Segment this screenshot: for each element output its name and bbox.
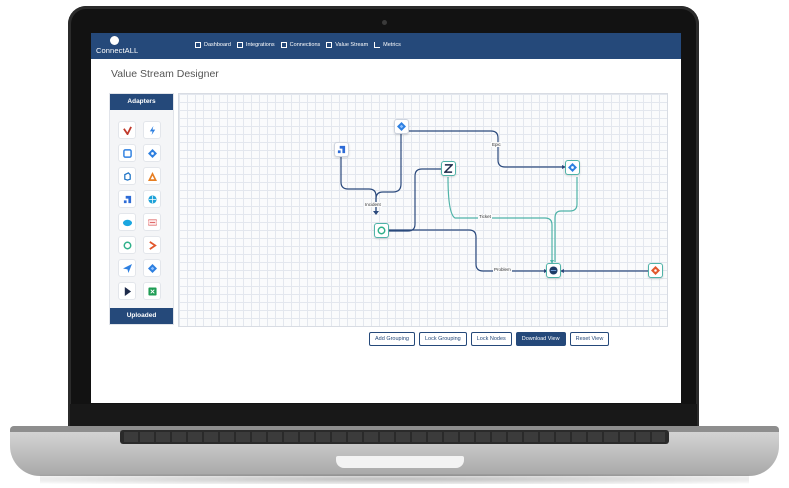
reset-view-button[interactable]: Reset View — [569, 332, 610, 346]
adapter-tile[interactable] — [118, 259, 136, 277]
webcam — [382, 20, 387, 25]
arrowhead — [373, 211, 379, 215]
laptop-lid-notch — [336, 456, 464, 468]
brand-mark-icon — [110, 36, 119, 45]
nav-item-dashboard[interactable]: Dashboard — [195, 42, 231, 48]
download-view-button[interactable]: Download View — [515, 332, 566, 346]
adapter-tile[interactable] — [118, 213, 136, 231]
hub-node-icon — [549, 266, 558, 275]
adapter-tile[interactable] — [143, 121, 161, 139]
adapters-header: Adapters — [110, 94, 173, 110]
edge-label-epic: Epic — [491, 142, 502, 147]
edge-label-problem: Problem — [493, 267, 512, 272]
nav-label: Integrations — [245, 42, 275, 48]
edge-label-incident: Incident — [364, 202, 382, 207]
azure-adapter-icon — [123, 171, 131, 181]
nav-item-integrations[interactable]: Integrations — [236, 42, 275, 48]
nav-item-value-stream[interactable]: Value Stream — [326, 42, 368, 48]
adapter-tile[interactable] — [118, 121, 136, 139]
corner-adapter-icon — [123, 195, 131, 203]
triangle-adapter-icon — [147, 171, 157, 181]
ring-adapter-icon — [123, 241, 131, 249]
node-azure[interactable] — [334, 142, 349, 157]
adapter-tile[interactable] — [118, 236, 136, 254]
chevron-adapter-icon — [148, 240, 157, 250]
adapter-tile[interactable] — [118, 144, 136, 162]
brand-name: ConnectALL — [96, 46, 139, 55]
integrations-icon — [236, 42, 243, 48]
jira-adapter-icon — [147, 263, 157, 273]
adapter-tile[interactable] — [118, 167, 136, 185]
adapter-tile[interactable] — [143, 190, 161, 208]
link-jira-to-diamond — [409, 130, 564, 168]
square-adapter-icon — [122, 148, 132, 158]
link-diamond-to-hub-teal — [554, 177, 578, 262]
metrics-icon — [374, 42, 381, 48]
connections-icon — [280, 42, 287, 48]
adapter-tile[interactable] — [143, 236, 161, 254]
node-ring[interactable] — [374, 223, 389, 238]
gitlab-node-icon — [651, 266, 660, 275]
flow-canvas[interactable]: Incident Epic Ticket Problem — [178, 93, 668, 327]
node-zendesk[interactable] — [441, 161, 456, 176]
link-zendesk-to-hub-teal — [447, 176, 553, 262]
globe-adapter-icon — [147, 194, 157, 204]
lock-nodes-button[interactable]: Lock Nodes — [470, 332, 512, 346]
nav-label: Value Stream — [335, 42, 369, 48]
node-jira[interactable] — [394, 119, 409, 134]
sheet-adapter-icon — [147, 286, 157, 296]
lock-grouping-button[interactable]: Lock Grouping — [418, 332, 467, 346]
cloud-adapter-icon — [122, 219, 132, 226]
main-nav: Dashboard Integrations Connections Value… — [195, 42, 401, 48]
uploaded-section[interactable]: Uploaded — [110, 308, 173, 324]
link-zendesk-to-ring — [388, 168, 451, 232]
dashboard-icon — [195, 42, 201, 48]
send-adapter-icon — [122, 263, 132, 273]
brand-logo[interactable]: ConnectALL — [96, 36, 139, 56]
app-screen: ConnectALL Dashboard Integrations Connec… — [91, 33, 681, 403]
adapter-tile[interactable] — [143, 167, 161, 185]
nav-item-connections[interactable]: Connections — [280, 42, 321, 48]
ring-node-icon — [377, 226, 386, 235]
nav-label: Dashboard — [204, 42, 231, 48]
adapter-tile[interactable] — [118, 282, 136, 300]
adapter-tile[interactable] — [118, 190, 136, 208]
value-stream-icon — [326, 42, 333, 48]
edge-label-ticket: Ticket — [478, 214, 492, 219]
adapter-tile[interactable] — [143, 282, 161, 300]
red-check-adapter-icon — [122, 125, 132, 135]
label-adapter-icon — [147, 219, 157, 225]
add-grouping-button[interactable]: Add Grouping — [369, 332, 415, 346]
laptop-hinge — [70, 404, 697, 426]
diamond-adapter-icon — [147, 148, 157, 158]
play-adapter-icon — [124, 286, 131, 296]
page-title: Value Stream Designer — [111, 68, 219, 80]
laptop-shadow — [40, 474, 749, 484]
nav-label: Metrics — [383, 42, 401, 48]
top-navbar: ConnectALL Dashboard Integrations Connec… — [91, 33, 681, 59]
adapter-grid — [118, 121, 161, 300]
adapter-tile[interactable] — [143, 259, 161, 277]
canvas-actions: Add Grouping Lock Grouping Lock Nodes Do… — [369, 332, 610, 346]
node-gitlab[interactable] — [648, 263, 663, 278]
nav-item-metrics[interactable]: Metrics — [374, 42, 401, 48]
link-ring-to-hub — [388, 229, 546, 272]
azure-node-icon — [337, 145, 346, 154]
node-hub[interactable] — [546, 263, 561, 278]
zendesk-node-icon — [444, 164, 453, 173]
adapter-tile[interactable] — [143, 213, 161, 231]
diamond-node-icon — [568, 163, 577, 172]
adapter-tile[interactable] — [143, 144, 161, 162]
bolt-adapter-icon — [149, 125, 155, 135]
node-diamond[interactable] — [565, 160, 580, 175]
nav-label: Connections — [289, 42, 321, 48]
adapters-panel: Adapters Uploaded — [109, 93, 174, 325]
keyboard-keys — [124, 432, 665, 442]
jira-node-icon — [397, 122, 406, 131]
flow-links — [340, 130, 648, 273]
